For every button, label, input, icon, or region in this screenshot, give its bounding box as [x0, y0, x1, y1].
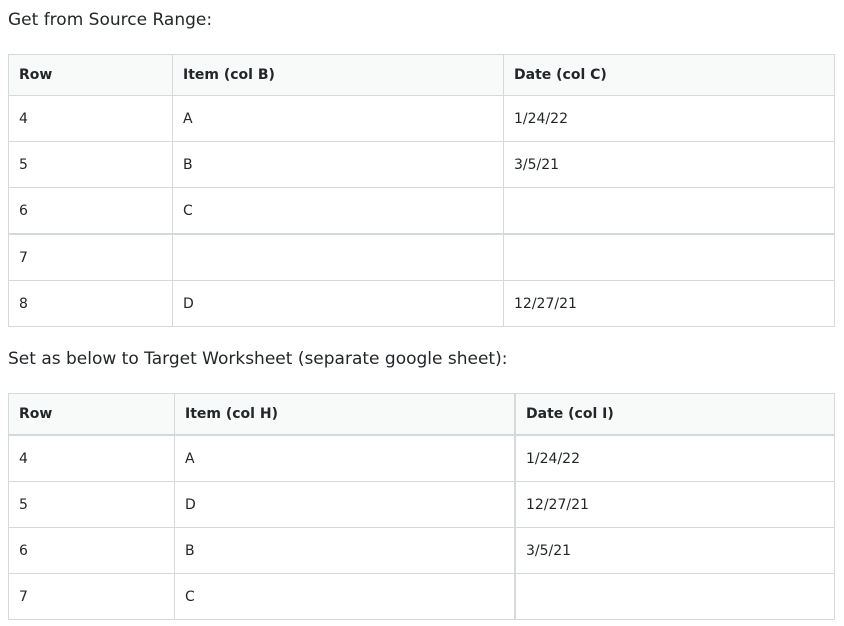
column-header-date: Date (col I) — [514, 393, 835, 436]
column-header-item: Item (col B) — [172, 54, 504, 96]
cell-row: 7 — [8, 233, 173, 281]
table-row: 7 — [8, 233, 835, 281]
table-row: 5 B 3/5/21 — [8, 141, 835, 188]
column-header-date: Date (col C) — [503, 54, 835, 96]
table-row: 6 C — [8, 187, 835, 235]
table-header-row: Row Item (col H) Date (col I) — [8, 393, 835, 436]
cell-item: D — [172, 280, 504, 327]
table-row: 8 D 12/27/21 — [8, 280, 835, 327]
cell-item: A — [174, 434, 516, 482]
cell-item: D — [174, 481, 516, 528]
cell-date: 3/5/21 — [514, 527, 835, 574]
cell-row: 5 — [8, 141, 173, 188]
cell-row: 7 — [8, 573, 175, 620]
cell-item: C — [174, 573, 516, 620]
cell-date: 12/27/21 — [503, 280, 835, 327]
source-heading: Get from Source Range: — [8, 10, 213, 30]
cell-item: B — [174, 527, 516, 574]
table-row: 5 D 12/27/21 — [8, 481, 835, 528]
column-header-item: Item (col H) — [174, 393, 516, 436]
table-row: 7 C — [8, 573, 835, 620]
column-header-row: Row — [8, 393, 175, 436]
table-header-row: Row Item (col B) Date (col C) — [8, 54, 835, 96]
column-header-row: Row — [8, 54, 173, 96]
cell-date: 1/24/22 — [514, 434, 835, 482]
cell-row: 5 — [8, 481, 175, 528]
cell-date: 1/24/22 — [503, 95, 835, 142]
cell-date — [503, 233, 835, 281]
cell-item — [172, 233, 504, 281]
cell-item: B — [172, 141, 504, 188]
target-table: Row Item (col H) Date (col I) 4 A 1/24/2… — [8, 393, 835, 620]
target-heading: Set as below to Target Worksheet (separa… — [8, 349, 508, 369]
cell-row: 4 — [8, 95, 173, 142]
cell-row: 4 — [8, 434, 175, 482]
cell-date — [503, 187, 835, 235]
table-row: 4 A 1/24/22 — [8, 95, 835, 142]
cell-date — [514, 573, 835, 620]
cell-row: 6 — [8, 187, 173, 235]
cell-date: 12/27/21 — [514, 481, 835, 528]
table-row: 6 B 3/5/21 — [8, 527, 835, 574]
cell-row: 8 — [8, 280, 173, 327]
cell-row: 6 — [8, 527, 175, 574]
table-row: 4 A 1/24/22 — [8, 434, 835, 482]
cell-item: C — [172, 187, 504, 235]
source-table: Row Item (col B) Date (col C) 4 A 1/24/2… — [8, 54, 835, 327]
cell-item: A — [172, 95, 504, 142]
cell-date: 3/5/21 — [503, 141, 835, 188]
